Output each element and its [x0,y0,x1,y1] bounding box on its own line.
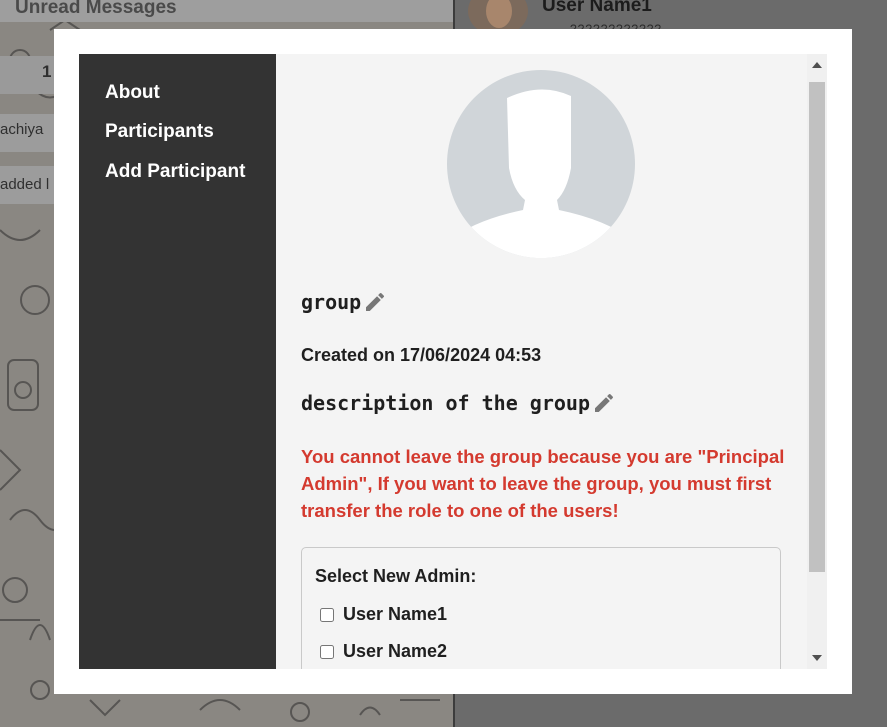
unread-messages-label: Unread Messages [15,0,177,18]
select-admin-title: Select New Admin: [315,566,477,586]
group-description: description of the group [301,391,590,415]
group-info-modal: About Participants Add Participant group… [54,29,852,694]
admin-option-label: User Name1 [343,604,448,624]
created-date: Created on 17/06/2024 04:53 [301,345,542,365]
scrollbar-thumb[interactable] [809,82,825,572]
group-name: group [301,290,362,314]
admin-option[interactable]: User Name2 [320,641,447,662]
default-avatar-icon [450,89,632,258]
edit-description-pencil-icon[interactable] [592,391,616,415]
chat-count-fragment: 1 [42,62,52,81]
chat-header-username: User Name1 [542,0,652,16]
sidebar-item-about[interactable]: About [105,82,160,104]
group-description-row: description of the group [301,391,616,415]
sidebar-item-add-participant[interactable]: Add Participant [105,161,245,183]
admin-option-label: User Name2 [343,641,448,661]
scroll-down-button[interactable] [807,647,827,669]
triangle-up-icon [812,62,822,68]
admin-option-checkbox[interactable] [320,607,334,622]
group-avatar[interactable] [447,70,635,258]
about-panel: group Created on 17/06/2024 04:53 descri… [276,54,807,669]
admin-option-checkbox[interactable] [320,644,334,659]
triangle-down-icon [812,655,822,661]
select-admin-box: Select New Admin: User Name1 User Name2 [301,547,781,669]
modal-body: About Participants Add Participant group… [79,54,827,669]
modal-sidebar: About Participants Add Participant [79,54,276,669]
group-name-row: group [301,290,387,314]
edit-name-pencil-icon[interactable] [363,290,387,314]
sidebar-item-participants[interactable]: Participants [105,121,214,143]
admin-option[interactable]: User Name1 [320,604,447,625]
vertical-scrollbar[interactable] [807,54,827,669]
scroll-up-button[interactable] [807,54,827,76]
leave-group-warning: You cannot leave the group because you a… [301,446,785,521]
chat-preview-fragment: achiya [0,121,44,138]
chat-preview-fragment: added l [0,176,50,193]
